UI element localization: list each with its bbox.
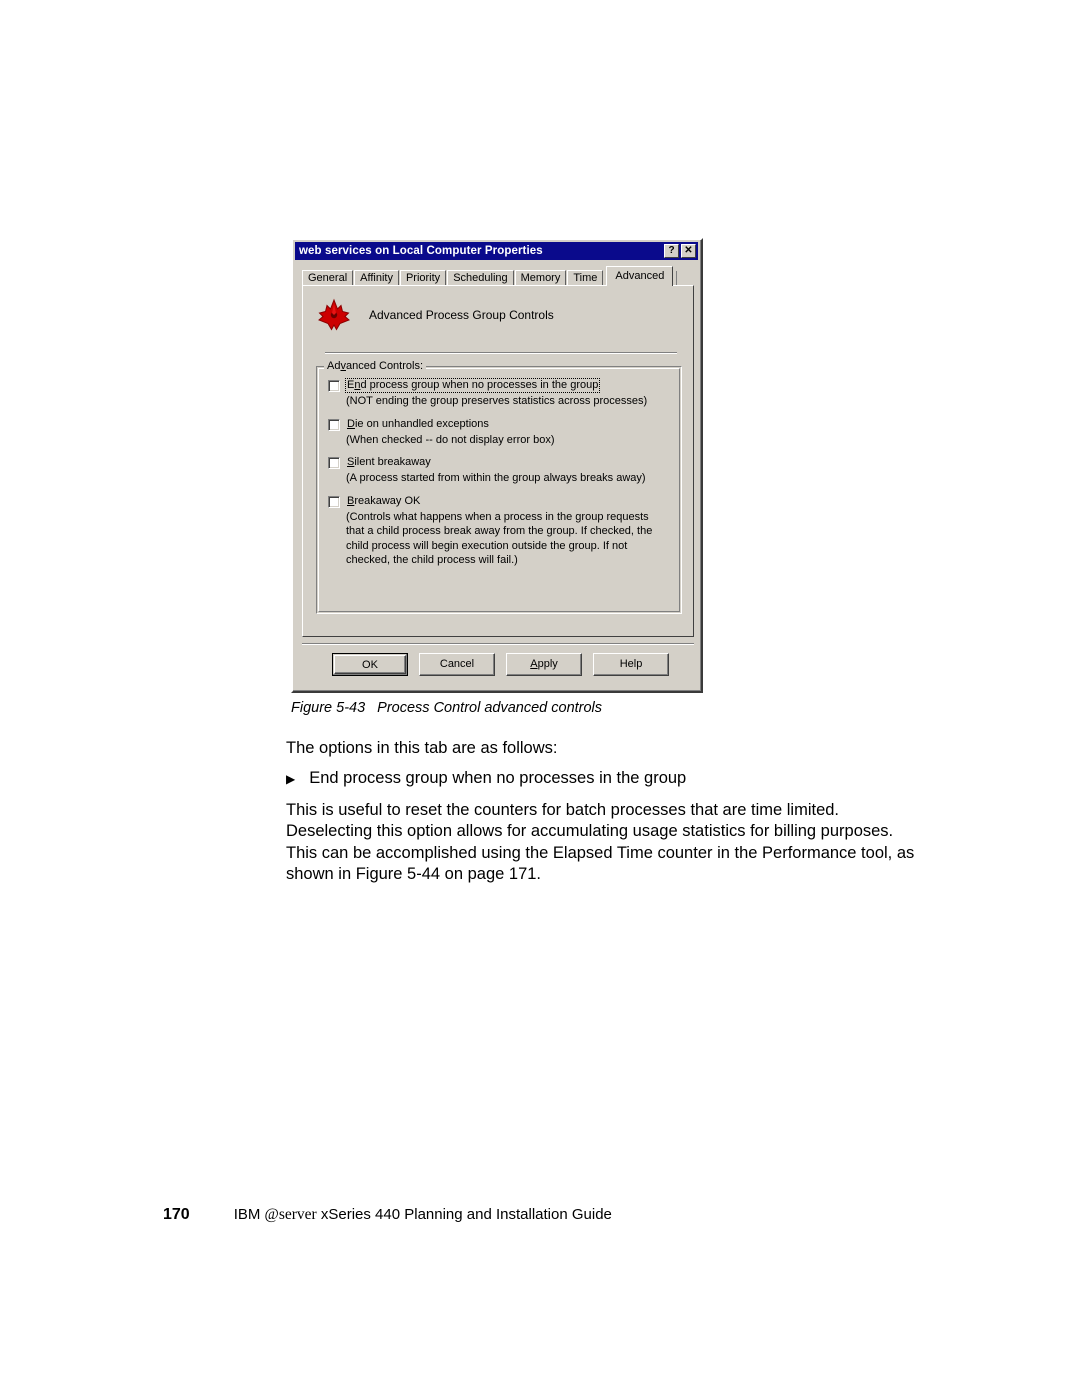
figure-caption: Figure 5-43 Process Control advanced cont… [291,700,602,716]
advanced-controls-group-label: Advanced Controls: [324,360,427,372]
body-paragraph: This is useful to reset the counters for… [286,801,915,883]
footer-title: IBM @server xSeries 440 Planning and Ins… [233,1206,612,1223]
help-icon[interactable]: ? [664,244,679,258]
option-end-process-group: End process group when no processes in t… [328,378,673,409]
figure-caption-text: Process Control advanced controls [377,700,603,716]
tab-priority[interactable]: Priority [399,270,447,286]
button-bar-separator [302,643,694,645]
desc-end-process-group: (NOT ending the group preserves statisti… [346,395,648,407]
tab-time[interactable]: Time [567,270,604,286]
label-breakaway-ok[interactable]: Breakaway OK [346,495,421,508]
tab-affinity[interactable]: Affinity [354,270,399,286]
desc-silent-breakaway: (A process started from within the group… [346,472,646,484]
desc-breakaway-ok: (Controls what happens when a process in… [346,510,653,567]
bullet-item: ▶ End process group when no processes in… [286,769,686,788]
bullet-triangle-icon: ▶ [286,772,296,786]
checkbox-end-process-group[interactable] [328,380,340,392]
dialog-titlebar[interactable]: web services on Local Computer Propertie… [295,242,698,260]
desc-die-on-unhandled-exceptions: (When checked -- do not display error bo… [346,433,555,446]
help-button[interactable]: Help [593,653,669,676]
ok-button[interactable]: OK [332,653,408,676]
option-die-on-unhandled-exceptions: Die on unhandled exceptions (When checke… [328,418,673,448]
figure-number: Figure 5-43 [291,700,366,716]
page-header: Advanced Process Group Controls [311,298,554,332]
dialog-button-bar: OK Cancel Apply Help [332,653,669,676]
dialog-inner-frame: web services on Local Computer Propertie… [293,240,701,691]
dialog-title: web services on Local Computer Propertie… [299,245,543,257]
advanced-controls-group: Advanced Controls: End process group whe… [316,360,682,614]
tab-scheduling[interactable]: Scheduling [447,270,514,286]
properties-dialog: web services on Local Computer Propertie… [291,238,703,693]
page-header-label: Advanced Process Group Controls [369,308,554,322]
header-separator [325,352,677,354]
label-die-on-unhandled-exceptions[interactable]: Die on unhandled exceptions [346,418,490,431]
label-silent-breakaway[interactable]: Silent breakaway [346,456,432,469]
intro-text: The options in this tab are as follows: [286,739,558,757]
eserver-logo: @server [264,1206,317,1223]
option-breakaway-ok: Breakaway OK (Controls what happens when… [328,495,673,568]
option-silent-breakaway: Silent breakaway (A process started from… [328,456,673,486]
tab-strip-end-divider [676,271,678,286]
checkbox-die-on-unhandled-exceptions[interactable] [328,418,340,431]
close-icon[interactable]: ✕ [681,244,696,258]
options-list: End process group when no processes in t… [328,378,673,577]
red-four-point-star-icon [317,298,351,332]
apply-button[interactable]: Apply [506,653,582,676]
tab-general[interactable]: General [302,270,354,286]
tab-strip: General Affinity Priority Scheduling Mem… [302,266,691,286]
bullet-item-label: End process group when no processes in t… [309,769,687,787]
label-end-process-group[interactable]: End process group when no processes in t… [344,378,601,393]
cancel-button[interactable]: Cancel [419,653,495,676]
tab-advanced[interactable]: Advanced [606,266,674,286]
tab-memory[interactable]: Memory [514,270,567,286]
page-footer: 170 IBM @server xSeries 440 Planning and… [163,1206,612,1224]
advanced-tab-page: Advanced Process Group Controls Advanced… [302,285,694,637]
page-number: 170 [163,1206,190,1223]
checkbox-silent-breakaway[interactable] [328,457,340,469]
checkbox-breakaway-ok[interactable] [328,495,340,508]
